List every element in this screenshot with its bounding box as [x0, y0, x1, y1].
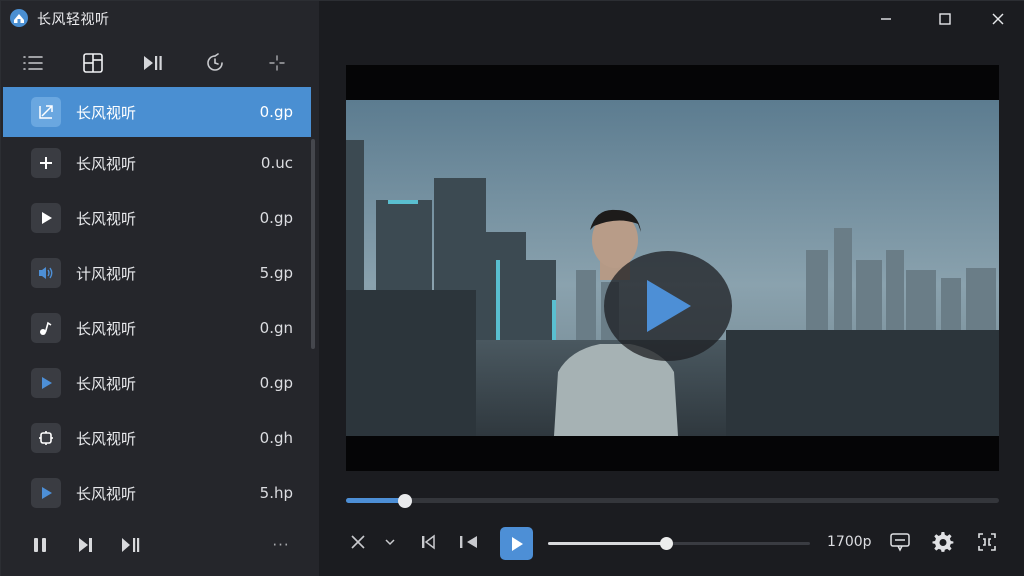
item-name: 长风视听	[76, 103, 137, 122]
settings-button[interactable]	[928, 527, 958, 557]
play-icon	[647, 280, 691, 332]
play-icon	[511, 536, 523, 551]
mini-controls: ···	[1, 525, 319, 565]
play-icon	[31, 203, 61, 233]
seek-bar-fill	[346, 498, 405, 503]
app-logo-icon	[10, 9, 28, 27]
play-icon	[31, 368, 61, 398]
skip-previous-button[interactable]	[413, 527, 443, 557]
item-ext: 0.uc	[260, 154, 293, 172]
tab-play-pause[interactable]	[133, 43, 173, 83]
skip-next-icon	[79, 538, 92, 552]
play-icon	[31, 478, 61, 508]
video-frame	[346, 100, 999, 436]
tab-layout[interactable]	[73, 43, 113, 83]
item-ext: 5.hp	[259, 484, 293, 502]
playlist-scrollbar[interactable]	[311, 139, 315, 349]
frame-icon	[31, 423, 61, 453]
item-name: 长风视听	[76, 429, 137, 448]
title-bar: 长风轻视听	[1, 1, 319, 37]
chevron-down-icon	[385, 539, 395, 546]
minimize-icon	[881, 18, 891, 20]
seek-bar[interactable]	[346, 494, 999, 508]
item-name: 长风视听	[76, 209, 137, 228]
quality-selector[interactable]: 1700p	[827, 534, 872, 550]
close-icon	[351, 535, 365, 549]
list-item[interactable]: 长风视听 0.uc	[3, 138, 311, 188]
pause-icon	[34, 538, 46, 552]
player-panel: 1700p	[319, 1, 1024, 576]
minimize-button[interactable]	[871, 7, 901, 31]
video-viewport[interactable]	[346, 65, 999, 471]
item-ext: 5.gp	[259, 264, 293, 282]
list-item[interactable]: 长风视听 0.gp	[3, 193, 311, 243]
big-play-button[interactable]	[604, 251, 732, 361]
list-item[interactable]: 长风视听 0.gn	[3, 303, 311, 353]
tab-playlist[interactable]	[13, 43, 53, 83]
subtitles-button[interactable]	[885, 527, 915, 557]
rewind-button[interactable]	[454, 527, 484, 557]
volume-handle[interactable]	[659, 537, 673, 550]
more-button[interactable]: ···	[267, 531, 295, 559]
playlist-icon	[23, 56, 43, 70]
crosshair-icon	[269, 55, 285, 71]
rewind-icon	[460, 536, 477, 548]
tab-bar	[1, 43, 319, 83]
item-ext: 0.gp	[259, 209, 293, 227]
timer-icon	[207, 53, 223, 71]
next-button[interactable]	[71, 531, 99, 559]
player-controls: 1700p	[319, 523, 1024, 563]
close-icon	[992, 13, 1004, 25]
speaker-icon	[31, 258, 61, 288]
volume-slider[interactable]	[548, 537, 810, 550]
app-title: 长风轻视听	[37, 12, 110, 28]
subtitles-icon	[890, 533, 910, 552]
playlist-panel: 长风轻视听 长风视听 0.gp 长风视听 0.uc 长风视听 0.gp 计风视听…	[1, 1, 319, 576]
item-ext: 0.gh	[259, 429, 293, 447]
close-button[interactable]	[983, 7, 1013, 31]
play-pause-icon	[144, 56, 162, 70]
item-name: 长风视听	[76, 484, 137, 503]
share-icon	[31, 97, 61, 127]
list-item[interactable]: 长风视听 0.gp	[3, 358, 311, 408]
fullscreen-icon	[978, 533, 996, 551]
app-window: 长风轻视听 长风视听 0.gp 长风视听 0.uc 长风视听 0.gp 计风视听…	[0, 0, 1024, 576]
plus-icon	[31, 148, 61, 178]
maximize-button[interactable]	[930, 7, 960, 31]
playlist: 长风视听 0.gp 长风视听 0.uc 长风视听 0.gp 计风视听 5.gp …	[1, 87, 311, 527]
list-item[interactable]: 长风视听 0.gp	[3, 87, 311, 137]
item-name: 长风视听	[76, 319, 137, 338]
play-pause-icon	[122, 538, 140, 552]
gear-icon	[932, 531, 954, 552]
item-ext: 0.gp	[259, 374, 293, 392]
layout-icon	[83, 53, 103, 73]
dropdown-button[interactable]	[375, 527, 405, 557]
item-name: 计风视听	[76, 264, 137, 283]
item-ext: 0.gp	[259, 103, 293, 121]
item-name: 长风视听	[76, 374, 137, 393]
volume-fill	[548, 542, 666, 545]
maximize-icon	[939, 13, 951, 25]
item-ext: 0.gn	[259, 319, 293, 337]
list-item[interactable]: 长风视听 5.hp	[3, 468, 311, 518]
skip-previous-icon	[422, 534, 435, 550]
close-playback-button[interactable]	[343, 527, 373, 557]
list-item[interactable]: 长风视听 0.gh	[3, 413, 311, 463]
tab-crosshair[interactable]	[257, 43, 297, 83]
pause-button[interactable]	[26, 531, 54, 559]
list-item[interactable]: 计风视听 5.gp	[3, 248, 311, 298]
item-name: 长风视听	[76, 154, 137, 173]
fullscreen-button[interactable]	[972, 527, 1002, 557]
music-note-icon	[31, 313, 61, 343]
tab-timer[interactable]	[195, 43, 235, 83]
seek-handle[interactable]	[397, 494, 412, 508]
play-pause-button[interactable]	[117, 531, 145, 559]
play-button[interactable]	[500, 527, 533, 560]
